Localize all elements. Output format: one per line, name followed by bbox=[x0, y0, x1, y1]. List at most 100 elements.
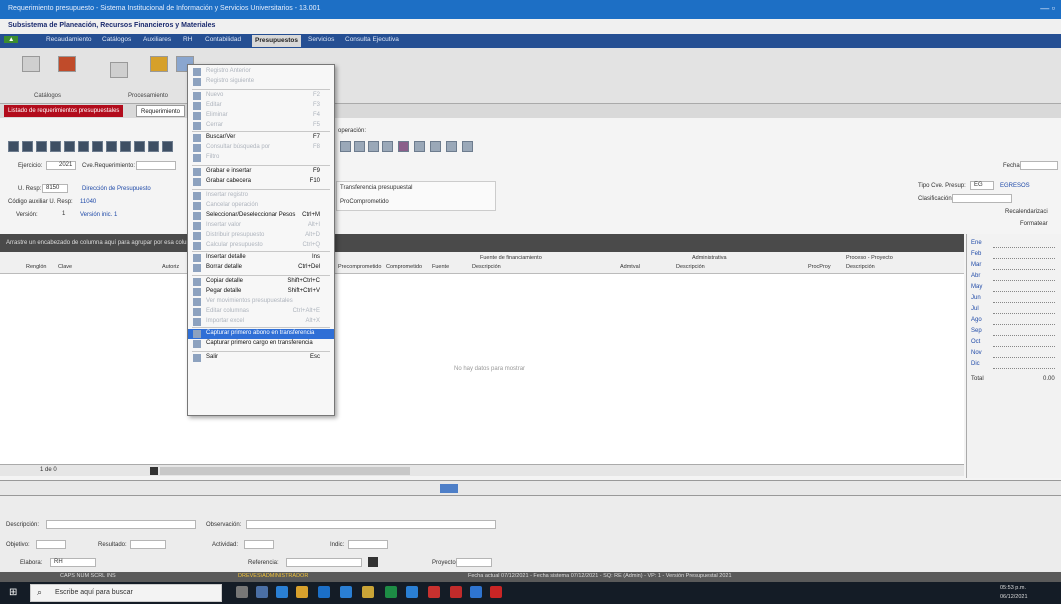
app-icon-1[interactable] bbox=[256, 586, 268, 598]
pdf-icon[interactable] bbox=[428, 586, 440, 598]
excel-taskbar-icon[interactable] bbox=[385, 586, 397, 598]
edge-icon[interactable] bbox=[276, 586, 288, 598]
explorer-icon[interactable] bbox=[296, 586, 308, 598]
tipo-cve-select[interactable]: EG bbox=[970, 181, 994, 190]
menu-item[interactable]: Borrar detalle Ctrl+Del bbox=[188, 263, 334, 273]
menu-item[interactable]: Copiar detalle Shift+Ctrl+C bbox=[188, 277, 334, 287]
month-oct[interactable]: Oct bbox=[971, 339, 980, 345]
referencia-input[interactable] bbox=[286, 558, 362, 567]
ie-icon[interactable] bbox=[406, 586, 418, 598]
month-mar[interactable]: Mar bbox=[971, 262, 981, 268]
col-descripcion-admin[interactable]: Descripción bbox=[676, 264, 705, 270]
month-nov[interactable]: Nov bbox=[971, 350, 982, 356]
descripcion-input[interactable] bbox=[46, 520, 196, 529]
col-precomprometido[interactable]: Precomprometido bbox=[338, 264, 381, 270]
search-record-icon[interactable] bbox=[134, 141, 145, 152]
app-icon-7[interactable] bbox=[490, 586, 502, 598]
transferencia-option[interactable]: Transferencia presupuestal bbox=[340, 185, 412, 191]
menu-presupuestos[interactable]: Presupuestos bbox=[252, 35, 301, 47]
last-record-icon[interactable] bbox=[50, 141, 61, 152]
month-ago[interactable]: Ago bbox=[971, 317, 982, 323]
report-icon[interactable] bbox=[110, 62, 128, 78]
menu-item[interactable]: Capturar primero cargo en transferencia bbox=[188, 339, 334, 349]
scroll-left-icon[interactable] bbox=[150, 467, 158, 475]
paste-icon[interactable] bbox=[354, 141, 365, 152]
menu-item[interactable]: Pegar detalle Shift+Ctrl+V bbox=[188, 287, 334, 297]
tab-requerimiento[interactable]: Requerimiento bbox=[136, 105, 186, 117]
month-sep[interactable]: Sep bbox=[971, 328, 982, 334]
indic-select[interactable] bbox=[348, 540, 388, 549]
app-icon-5[interactable] bbox=[450, 586, 462, 598]
observacion-input[interactable] bbox=[246, 520, 496, 529]
horizontal-scrollbar[interactable] bbox=[160, 467, 410, 475]
col-descripcion-fuente[interactable]: Descripción bbox=[472, 264, 501, 270]
month-jun[interactable]: Jun bbox=[971, 295, 981, 301]
referencia-button[interactable] bbox=[368, 557, 378, 567]
ures-select[interactable]: 8150 bbox=[42, 184, 68, 193]
clasificacion-input[interactable] bbox=[952, 194, 1012, 203]
col-autoriz[interactable]: Autoriz bbox=[162, 264, 179, 270]
print-icon[interactable] bbox=[162, 141, 173, 152]
chart-icon[interactable] bbox=[446, 141, 457, 152]
windows-start-icon[interactable]: ⊞ bbox=[9, 587, 17, 598]
formatear-button[interactable]: Formatear bbox=[1020, 221, 1048, 227]
col-comprometido[interactable]: Comprometido bbox=[386, 264, 422, 270]
task-view-icon[interactable] bbox=[236, 586, 248, 598]
cancel-record-icon[interactable] bbox=[120, 141, 131, 152]
tab-listado[interactable]: Listado de requerimientos presupuestales bbox=[4, 105, 124, 117]
col-procproy[interactable]: ProcProy bbox=[808, 264, 831, 270]
menu-rh[interactable]: RH bbox=[183, 36, 192, 43]
process-icon[interactable] bbox=[150, 56, 168, 72]
catalog-icon[interactable] bbox=[22, 56, 40, 72]
col-fuente[interactable]: Fuente bbox=[432, 264, 449, 270]
edit-record-icon[interactable] bbox=[78, 141, 89, 152]
month-abr[interactable]: Abr bbox=[971, 273, 980, 279]
menu-auxiliares[interactable]: Auxiliares bbox=[143, 36, 171, 43]
version-value[interactable]: 1 bbox=[62, 211, 65, 217]
home-icon[interactable]: ▲ bbox=[4, 36, 19, 43]
filter-icon[interactable] bbox=[148, 141, 159, 152]
insert-icon[interactable] bbox=[382, 141, 393, 152]
month-dic[interactable]: Dic bbox=[971, 361, 980, 367]
menu-servicios[interactable]: Servicios bbox=[308, 36, 334, 43]
ejercicio-select[interactable]: 2021 bbox=[46, 161, 76, 170]
next-record-icon[interactable] bbox=[36, 141, 47, 152]
month-may[interactable]: May bbox=[971, 284, 982, 290]
app-icon-4[interactable] bbox=[362, 586, 374, 598]
app-icon-6[interactable] bbox=[470, 586, 482, 598]
delete-record-icon[interactable] bbox=[92, 141, 103, 152]
menu-contabilidad[interactable]: Contabilidad bbox=[205, 36, 241, 43]
col-renglon[interactable]: Renglón bbox=[26, 264, 47, 270]
refresh-icon[interactable] bbox=[368, 141, 379, 152]
calc-icon[interactable] bbox=[462, 141, 473, 152]
month-feb[interactable]: Feb bbox=[971, 251, 981, 257]
prev-record-icon[interactable] bbox=[22, 141, 33, 152]
proyecto-select[interactable] bbox=[456, 558, 492, 567]
budget-icon[interactable] bbox=[58, 56, 76, 72]
elabora-select[interactable]: RH bbox=[50, 558, 96, 567]
first-record-icon[interactable] bbox=[8, 141, 19, 152]
resultado-select[interactable] bbox=[130, 540, 166, 549]
fecha-input[interactable] bbox=[1020, 161, 1058, 170]
grid-body[interactable]: No hay datos para mostrar bbox=[0, 274, 964, 464]
search-icon[interactable] bbox=[440, 484, 458, 493]
menu-catalogos[interactable]: Catálogos bbox=[102, 36, 131, 43]
menu-consulta-ejecutiva[interactable]: Consulta Ejecutiva bbox=[345, 36, 399, 43]
menu-item[interactable]: Buscar/Ver F7 bbox=[188, 133, 334, 143]
menu-item[interactable]: Capturar primero abono en transferencia bbox=[188, 329, 334, 339]
save-record-icon[interactable] bbox=[106, 141, 117, 152]
app-icon-2[interactable] bbox=[318, 586, 330, 598]
close-icon[interactable] bbox=[398, 141, 409, 152]
window-controls[interactable]: — ▫ bbox=[1040, 3, 1055, 13]
excel-icon[interactable] bbox=[430, 141, 441, 152]
procomprometido-option[interactable]: ProComprometido bbox=[340, 199, 389, 205]
menu-recaudamiento[interactable]: Recaudamiento bbox=[46, 36, 92, 43]
recalendariza-checkbox[interactable]: Recalendarizaci bbox=[1005, 209, 1048, 215]
copy-icon[interactable] bbox=[340, 141, 351, 152]
col-clave[interactable]: Clave bbox=[58, 264, 72, 270]
month-ene[interactable]: Ene bbox=[971, 240, 982, 246]
month-jul[interactable]: Jul bbox=[971, 306, 979, 312]
objetivo-select[interactable] bbox=[36, 540, 66, 549]
menu-item[interactable]: Seleccionar/Deseleccionar Pesos Ctrl+M bbox=[188, 211, 334, 221]
app-icon-3[interactable] bbox=[340, 586, 352, 598]
